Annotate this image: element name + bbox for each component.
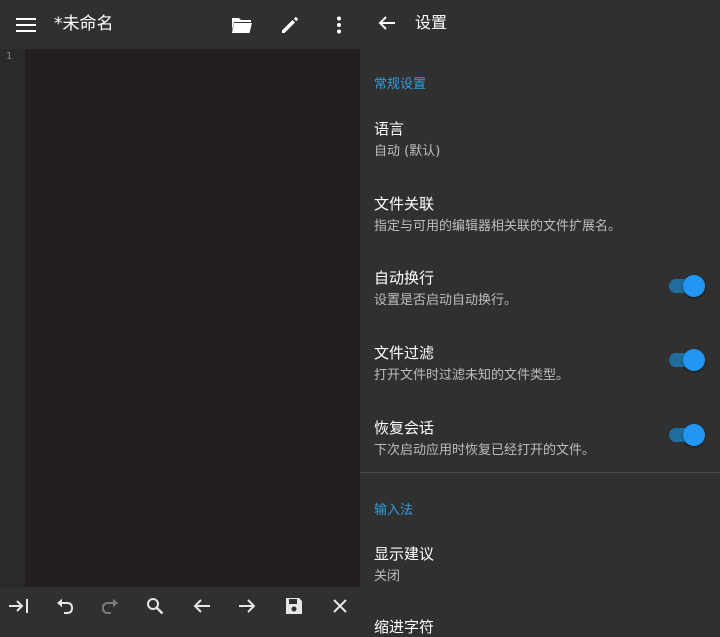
arrow-left-icon[interactable] [180,587,224,625]
restore-session-toggle[interactable] [669,424,705,446]
setting-title: 缩进字符 [374,618,435,636]
settings-pane: 设置 常规设置 语言 自动 (默认) 文件关联 指定与可用的编辑器相关联的文件扩… [360,0,720,636]
undo-icon[interactable] [43,587,87,625]
back-arrow-icon[interactable] [372,8,402,38]
menu-icon[interactable] [8,0,44,49]
editor-pane: 1 *未命名 [0,0,360,625]
line-number: 1 [6,51,13,62]
setting-indent-char[interactable]: 缩进字符 [360,616,720,636]
more-vert-icon[interactable] [322,0,356,49]
redo-icon[interactable] [88,587,132,625]
tab-indent-icon[interactable] [0,587,41,625]
settings-header: 设置 [360,0,720,46]
save-icon[interactable] [272,587,316,625]
setting-summary: 设置是否启动自动换行。 [374,293,518,308]
folder-open-icon[interactable] [224,0,260,49]
file-filter-toggle[interactable] [669,349,705,371]
setting-summary: 指定与可用的编辑器相关联的文件扩展名。 [374,219,622,234]
search-icon[interactable] [133,587,177,625]
pencil-icon[interactable] [272,0,308,49]
setting-summary: 自动 (默认) [374,144,441,159]
section-divider [360,472,720,473]
setting-title: 文件关联 [374,195,435,213]
section-header-input-method: 输入法 [374,503,414,518]
setting-file-filter[interactable]: 文件过滤 打开文件时过滤未知的文件类型。 [360,342,720,402]
setting-summary: 打开文件时过滤未知的文件类型。 [374,368,570,383]
setting-file-association[interactable]: 文件关联 指定与可用的编辑器相关联的文件扩展名。 [360,193,720,253]
document-title: *未命名 [54,14,114,34]
setting-title: 显示建议 [374,545,435,563]
setting-title: 自动换行 [374,269,435,287]
section-header-general: 常规设置 [374,77,427,92]
setting-summary: 下次启动应用时恢复已经打开的文件。 [374,443,596,458]
setting-language[interactable]: 语言 自动 (默认) [360,118,720,178]
arrow-right-icon[interactable] [225,587,269,625]
setting-show-suggestions[interactable]: 显示建议 关闭 [360,543,720,603]
word-wrap-toggle[interactable] [669,275,705,297]
setting-restore-session[interactable]: 恢复会话 下次启动应用时恢复已经打开的文件。 [360,417,720,477]
settings-title: 设置 [415,13,448,32]
editor-bottom-toolbar [0,587,360,625]
editor-text-area[interactable] [25,49,360,587]
line-number-gutter: 1 [0,49,25,587]
setting-word-wrap[interactable]: 自动换行 设置是否启动自动换行。 [360,267,720,327]
setting-title: 语言 [374,120,405,138]
close-icon[interactable] [318,587,362,625]
setting-title: 恢复会话 [374,419,435,437]
editor-toolbar: *未命名 [0,0,360,49]
setting-title: 文件过滤 [374,344,435,362]
setting-summary: 关闭 [374,569,401,584]
